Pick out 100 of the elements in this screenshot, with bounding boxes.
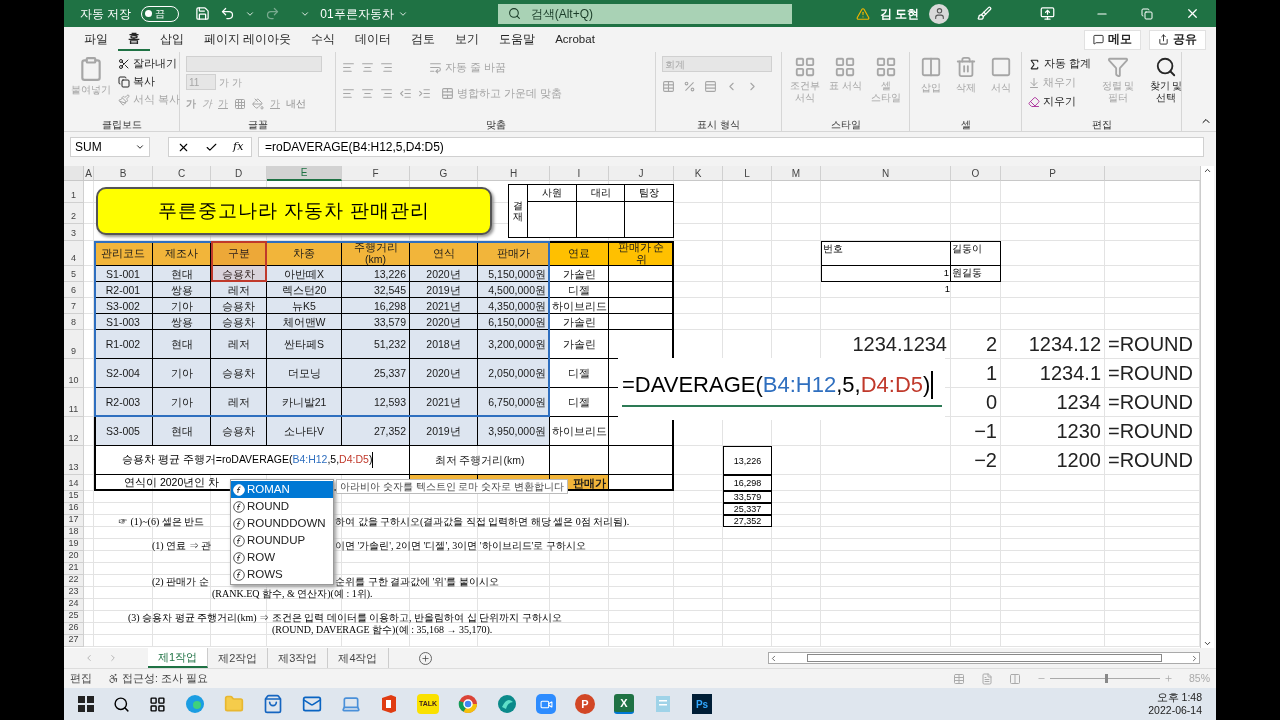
menu-tab[interactable]: 도움말 (489, 28, 546, 51)
row-header[interactable]: 3 (64, 224, 84, 241)
page-break-icon[interactable] (1009, 672, 1021, 685)
search-icon[interactable] (113, 695, 130, 713)
ribbon-button[interactable]: 복사 (118, 74, 180, 90)
indent-increase-icon[interactable] (418, 87, 431, 101)
indent-decrease-icon[interactable] (399, 87, 412, 101)
row-header[interactable]: 16 (64, 503, 84, 515)
spreadsheet-app-icon[interactable]: X (614, 694, 634, 714)
row-header[interactable]: 4 (64, 241, 84, 266)
row-header[interactable]: 18 (64, 527, 84, 539)
scrollbar-thumb[interactable] (806, 654, 1162, 662)
align-top-icon[interactable] (342, 61, 355, 75)
column-header[interactable]: J (609, 166, 674, 181)
scroll-up-icon[interactable] (1203, 166, 1212, 175)
row-header[interactable]: 25 (64, 611, 84, 623)
row-header[interactable]: 2 (64, 203, 84, 224)
row-header[interactable]: 6 (64, 282, 84, 298)
ribbon-button[interactable]: 찾기 및 선택 (1144, 56, 1187, 117)
column-header[interactable]: D (211, 166, 267, 181)
zoom-in-icon[interactable] (1164, 674, 1173, 683)
column-header[interactable]: F (342, 166, 410, 181)
autocomplete-item[interactable]: ROUNDUP (231, 532, 333, 549)
row-header[interactable]: 1 (64, 181, 84, 203)
menu-tab[interactable]: 페이지 레이아웃 (194, 28, 302, 51)
row-header[interactable]: 24 (64, 599, 84, 611)
column-header[interactable]: N (821, 166, 951, 181)
column-header[interactable]: C (153, 166, 211, 181)
scroll-left-icon[interactable] (769, 653, 778, 663)
row-header[interactable]: 13 (64, 446, 84, 475)
clock-date[interactable]: 2022-06-14 (1148, 704, 1202, 717)
column-header[interactable]: I (550, 166, 609, 181)
mail-icon[interactable] (302, 694, 322, 714)
sheet-tab[interactable]: 제1작업 (148, 648, 209, 668)
menu-tab[interactable]: 검토 (401, 28, 446, 51)
align-bottom-icon[interactable] (380, 61, 393, 75)
row-header[interactable]: 21 (64, 563, 84, 575)
function-button[interactable]: fx (233, 138, 244, 156)
page-layout-icon[interactable] (981, 672, 993, 685)
memo-button[interactable]: 메모 (1084, 29, 1141, 50)
accessibility-status[interactable]: 접근성: 조사 필요 (108, 670, 208, 687)
align-center-icon[interactable] (361, 87, 374, 101)
chrome-icon[interactable] (458, 694, 478, 714)
close-icon[interactable] (1185, 6, 1200, 21)
menu-tab[interactable]: 홈 (118, 28, 150, 51)
font-field[interactable] (186, 56, 322, 72)
store-icon[interactable] (263, 694, 283, 714)
menu-tab[interactable]: 수식 (301, 28, 346, 51)
windows-icon[interactable] (78, 696, 94, 712)
formula-field[interactable]: =roDAVERAGE(B4:H12,5,D4:D5) (258, 137, 1204, 157)
column-header[interactable]: H (478, 166, 550, 181)
scroll-right-icon[interactable] (1190, 653, 1199, 663)
select-all-button[interactable] (64, 166, 84, 181)
name-box[interactable]: SUM (70, 137, 150, 157)
align-left-icon[interactable] (342, 87, 355, 101)
column-header[interactable]: E (267, 166, 342, 181)
ribbon-button[interactable]: 잘라내기 (118, 56, 180, 72)
scroll-down-icon[interactable] (1203, 639, 1212, 648)
normal-view-icon[interactable] (953, 672, 965, 685)
row-header[interactable]: 8 (64, 314, 84, 330)
row-header[interactable]: 10 (64, 359, 84, 388)
avatar-icon[interactable] (929, 3, 949, 24)
office-icon[interactable] (380, 694, 398, 714)
ribbon-button[interactable]: 자동 합계 (1028, 56, 1091, 72)
pen-icon[interactable] (977, 6, 992, 21)
menu-tab[interactable]: 삽입 (150, 28, 194, 51)
zoom-slider[interactable] (1037, 674, 1173, 683)
restore-icon[interactable] (1141, 7, 1153, 20)
image-editor-icon[interactable]: Ps (692, 694, 712, 714)
percent-icon[interactable] (683, 80, 696, 93)
menu-tab[interactable]: 데이터 (345, 28, 402, 51)
previous-sheet-icon[interactable] (84, 653, 94, 663)
fill-icon[interactable] (252, 97, 264, 110)
row-header[interactable]: 15 (64, 491, 84, 503)
menu-tab[interactable]: Acrobat (545, 28, 605, 51)
column-header[interactable]: K (674, 166, 723, 181)
autocomplete-item[interactable]: ROUNDDOWN (231, 515, 333, 532)
row-header[interactable]: 12 (64, 417, 84, 446)
row-header[interactable]: 17 (64, 515, 84, 527)
clock-time[interactable]: 오후 1:48 (1156, 691, 1202, 704)
video-app-icon[interactable] (536, 694, 556, 714)
vertical-scrollbar[interactable] (1200, 166, 1214, 648)
row-header[interactable]: 11 (64, 388, 84, 417)
column-header[interactable]: L (723, 166, 772, 181)
task-view-icon[interactable] (149, 695, 166, 713)
row-header[interactable]: 22 (64, 575, 84, 587)
menu-tab[interactable]: 파일 (74, 28, 118, 51)
swirl-app-icon[interactable] (497, 694, 517, 714)
row-header[interactable]: 5 (64, 266, 84, 282)
column-header[interactable]: P (1001, 166, 1105, 181)
ribbon-button[interactable]: 지우기 (1028, 94, 1091, 110)
notepad-icon[interactable] (653, 694, 673, 714)
row-header[interactable]: 20 (64, 551, 84, 563)
menu-tab[interactable]: 보기 (445, 28, 490, 51)
next-sheet-icon[interactable] (108, 653, 118, 663)
row-header[interactable]: 19 (64, 539, 84, 551)
search-field[interactable]: 검색(Alt+Q) (497, 3, 792, 24)
column-header[interactable]: B (94, 166, 153, 181)
undo-icon[interactable] (220, 6, 236, 21)
row-header[interactable]: 26 (64, 623, 84, 635)
